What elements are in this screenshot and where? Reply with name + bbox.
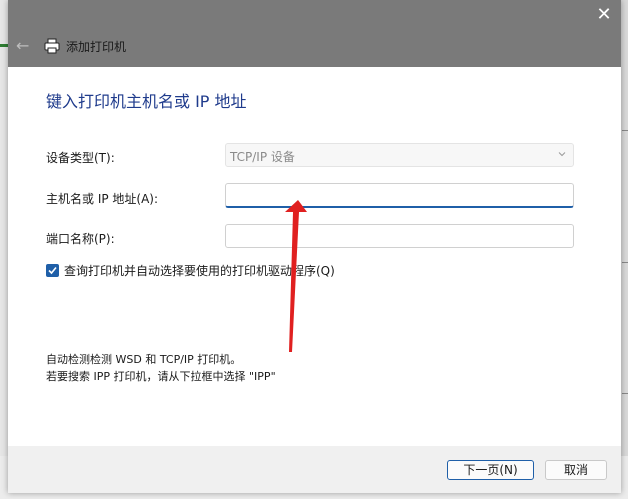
hostname-label: 主机名或 IP 地址(A): [46, 192, 159, 206]
info-line-1: 自动检测检测 WSD 和 TCP/IP 打印机。 [46, 353, 242, 366]
add-printer-dialog: ✕ ← 添加打印机 键入打印机主机名或 IP 地址 设备类型(T): TCP/I… [8, 0, 621, 493]
title-bar: ✕ ← 添加打印机 [8, 0, 621, 67]
port-name-input[interactable] [226, 225, 573, 247]
printer-icon [44, 38, 60, 54]
background-mark [622, 262, 628, 263]
port-name-field[interactable] [225, 224, 574, 248]
hostname-field[interactable] [225, 183, 574, 208]
background-mark [622, 393, 628, 394]
dialog-footer: 下一页(N) 取消 [8, 446, 621, 493]
detection-info: 自动检测检测 WSD 和 TCP/IP 打印机。 若要搜索 IPP 打印机，请从… [46, 351, 276, 385]
title-row: ← 添加打印机 [16, 34, 126, 58]
hostname-input[interactable] [226, 184, 573, 206]
device-type-label: 设备类型(T): [46, 151, 115, 165]
page-heading: 键入打印机主机名或 IP 地址 [46, 92, 247, 111]
back-arrow-icon[interactable]: ← [16, 38, 32, 54]
background-window-left [0, 0, 8, 499]
background-window-right [620, 0, 628, 499]
next-button[interactable]: 下一页(N) [447, 460, 534, 480]
chevron-down-icon [558, 152, 566, 157]
close-icon[interactable]: ✕ [595, 6, 613, 24]
info-line-2: 若要搜索 IPP 打印机，请从下拉框中选择 "IPP" [46, 370, 276, 383]
auto-select-driver-checkbox[interactable] [46, 264, 59, 277]
device-type-value: TCP/IP 设备 [230, 150, 295, 164]
cancel-button[interactable]: 取消 [545, 460, 607, 480]
background-indicator [0, 44, 8, 47]
device-type-select[interactable]: TCP/IP 设备 [225, 143, 574, 167]
background-mark [622, 130, 628, 131]
check-icon [48, 266, 57, 275]
port-name-label: 端口名称(P): [46, 232, 115, 246]
window-title: 添加打印机 [66, 39, 127, 54]
auto-select-driver-label[interactable]: 查询打印机并自动选择要使用的打印机驱动程序(Q) [64, 262, 335, 279]
